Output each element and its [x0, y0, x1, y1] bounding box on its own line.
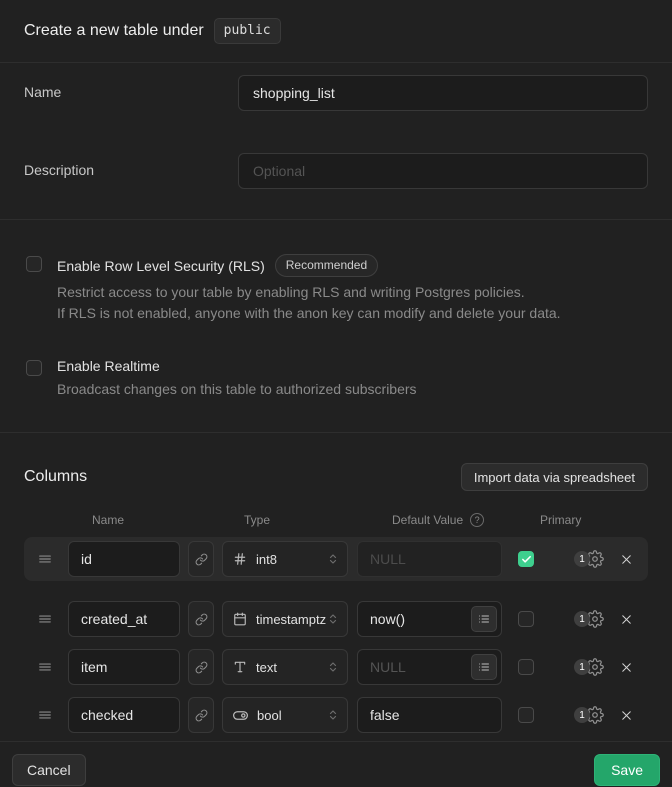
cancel-button[interactable]: Cancel [12, 754, 86, 786]
create-table-dialog: Create a new table under public Name Des… [0, 0, 672, 787]
column-type-select[interactable]: int8 [222, 541, 348, 577]
suggestion-list-button[interactable] [471, 606, 497, 632]
save-button[interactable]: Save [594, 754, 660, 786]
columns-header-row: Name Type Default Value ? Primary [24, 513, 648, 527]
column-default-input[interactable] [357, 541, 502, 577]
suggestion-list-button[interactable] [471, 654, 497, 680]
link-icon [195, 661, 208, 674]
foreign-key-button[interactable] [188, 601, 214, 637]
hash-icon [233, 552, 247, 566]
table-row: text 1 [24, 645, 648, 689]
primary-checkbox[interactable] [518, 659, 534, 675]
realtime-description: Broadcast changes on this table to autho… [57, 379, 417, 400]
link-icon [195, 613, 208, 626]
column-type-select[interactable]: bool [222, 697, 348, 733]
drag-handle-icon[interactable] [38, 552, 52, 566]
close-icon [619, 660, 634, 675]
remove-column-button[interactable] [617, 550, 636, 569]
header-default-value: Default Value [392, 513, 463, 527]
column-name-input[interactable] [68, 541, 180, 577]
list-icon [478, 661, 490, 673]
table-fields-section: Name Description [0, 63, 672, 220]
drag-handle-icon[interactable] [38, 660, 52, 674]
rls-description-line2: If RLS is not enabled, anyone with the a… [57, 303, 561, 324]
settings-count-badge: 1 [574, 659, 590, 675]
recommended-badge: Recommended [275, 254, 378, 277]
chevrons-up-down-icon [327, 709, 339, 721]
primary-checkbox[interactable] [518, 551, 534, 567]
close-icon [619, 612, 634, 627]
help-circle-icon[interactable]: ? [470, 513, 484, 527]
close-icon [619, 552, 634, 567]
foreign-key-button[interactable] [188, 541, 214, 577]
calendar-icon [233, 612, 247, 626]
settings-count-badge: 1 [574, 551, 590, 567]
schema-badge: public [214, 18, 281, 44]
rls-description-line1: Restrict access to your table by enablin… [57, 282, 561, 303]
primary-checkbox[interactable] [518, 611, 534, 627]
link-icon [195, 553, 208, 566]
drag-handle-icon[interactable] [38, 612, 52, 626]
column-name-input[interactable] [68, 649, 180, 685]
list-icon [478, 613, 490, 625]
import-spreadsheet-button[interactable]: Import data via spreadsheet [461, 463, 648, 491]
header-primary: Primary [540, 513, 581, 527]
table-options-section: Enable Row Level Security (RLS) Recommen… [0, 220, 672, 433]
dialog-footer: Cancel Save [0, 741, 672, 787]
remove-column-button[interactable] [617, 658, 636, 677]
column-settings-button[interactable]: 1 [574, 658, 604, 676]
column-settings-button[interactable]: 1 [574, 706, 604, 724]
column-rows: int8 1 [24, 537, 648, 737]
link-icon [195, 709, 208, 722]
foreign-key-button[interactable] [188, 697, 214, 733]
description-field-row: Description [24, 153, 648, 189]
header-name: Name [92, 513, 244, 527]
columns-section: Columns Import data via spreadsheet Name… [0, 433, 672, 741]
description-label: Description [24, 153, 238, 178]
chevrons-up-down-icon [327, 613, 339, 625]
column-type-select[interactable]: timestamptz [222, 601, 348, 637]
table-name-input[interactable] [238, 75, 648, 111]
close-icon [619, 708, 634, 723]
primary-checkbox[interactable] [518, 707, 534, 723]
toggle-icon [233, 708, 248, 723]
remove-column-button[interactable] [617, 610, 636, 629]
rls-label: Enable Row Level Security (RLS) [57, 258, 265, 274]
realtime-label: Enable Realtime [57, 358, 160, 374]
name-field-row: Name [24, 75, 648, 111]
column-name-input[interactable] [68, 601, 180, 637]
settings-count-badge: 1 [574, 707, 590, 723]
chevrons-up-down-icon [327, 661, 339, 673]
rls-checkbox[interactable] [26, 256, 42, 272]
table-row: int8 1 [24, 537, 648, 581]
column-settings-button[interactable]: 1 [574, 610, 604, 628]
name-label: Name [24, 75, 238, 100]
dialog-title: Create a new table under [24, 22, 204, 40]
table-row: bool 1 [24, 693, 648, 737]
table-description-input[interactable] [238, 153, 648, 189]
rls-option: Enable Row Level Security (RLS) Recommen… [24, 254, 648, 324]
drag-handle-icon[interactable] [38, 708, 52, 722]
remove-column-button[interactable] [617, 706, 636, 725]
realtime-option: Enable Realtime Broadcast changes on thi… [24, 358, 648, 400]
column-type-select[interactable]: text [222, 649, 348, 685]
chevrons-up-down-icon [327, 553, 339, 565]
table-row: timestamptz 1 [24, 597, 648, 641]
settings-count-badge: 1 [574, 611, 590, 627]
column-settings-button[interactable]: 1 [574, 550, 604, 568]
realtime-checkbox[interactable] [26, 360, 42, 376]
dialog-header: Create a new table under public [0, 0, 672, 63]
foreign-key-button[interactable] [188, 649, 214, 685]
column-name-input[interactable] [68, 697, 180, 733]
text-icon [233, 660, 247, 674]
columns-heading: Columns [24, 468, 87, 486]
header-type: Type [244, 513, 392, 527]
column-default-input[interactable] [357, 697, 502, 733]
